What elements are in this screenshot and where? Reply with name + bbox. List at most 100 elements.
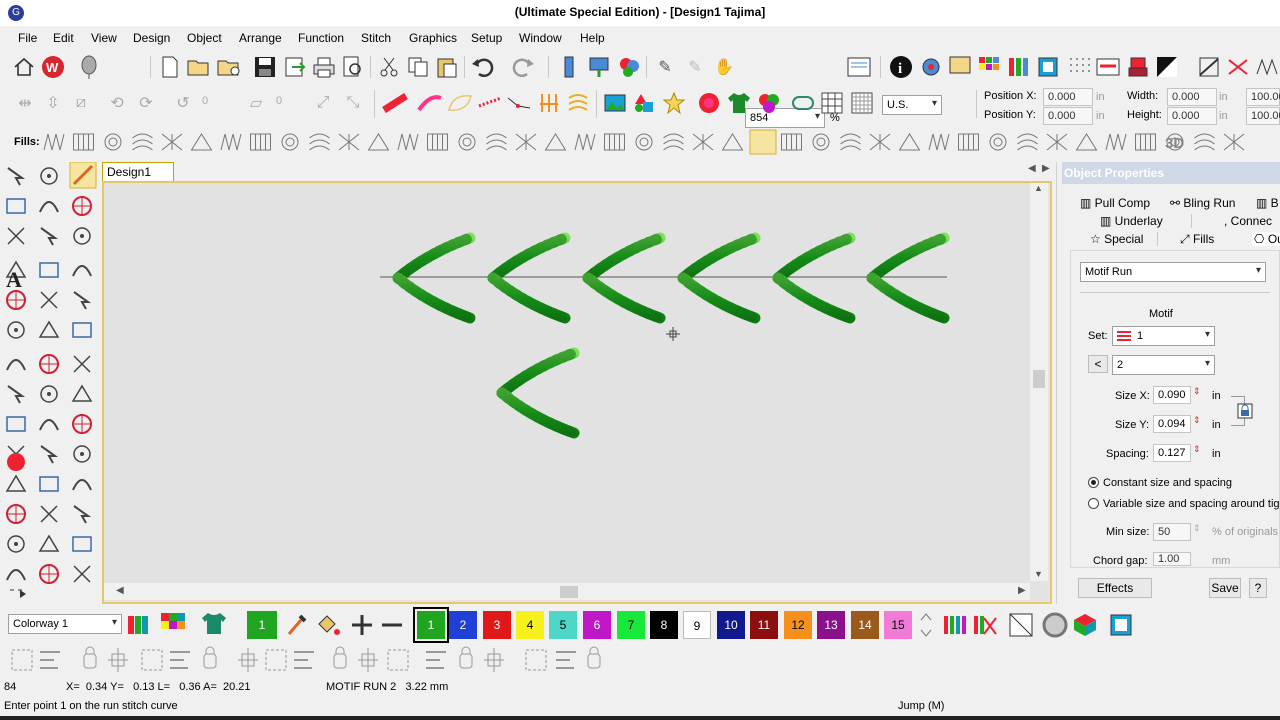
vertical-scroll-thumb[interactable] bbox=[1033, 370, 1045, 388]
thread-chart-icon[interactable] bbox=[1005, 54, 1031, 80]
constant-size-radio[interactable] bbox=[1088, 477, 1099, 488]
color-grid-palette-icon[interactable] bbox=[160, 612, 186, 636]
colorway-select[interactable]: Colorway 1 bbox=[8, 614, 122, 634]
scale-x-field[interactable]: 100.00 bbox=[1246, 88, 1280, 106]
color-swatch-14[interactable]: 14 bbox=[851, 611, 879, 639]
chord-gap-field[interactable]: 1.00 bbox=[1153, 552, 1191, 566]
eyedropper-icon[interactable] bbox=[285, 612, 309, 638]
open-folder-icon[interactable] bbox=[186, 54, 212, 80]
motif-prev-button[interactable]: < bbox=[1088, 355, 1108, 373]
color-swatch-3[interactable]: 3 bbox=[483, 611, 511, 639]
candlewick-icon[interactable] bbox=[536, 90, 562, 116]
motif-pattern-select[interactable]: 2 bbox=[1112, 355, 1215, 375]
size-y-spinner-icon[interactable]: ⇕ bbox=[1193, 415, 1201, 426]
outline-type-select[interactable]: Motif Run bbox=[1080, 262, 1266, 282]
color-swatch-5[interactable]: 5 bbox=[549, 611, 577, 639]
menu-design[interactable]: Design bbox=[133, 31, 170, 45]
menu-arrange[interactable]: Arrange bbox=[239, 31, 282, 45]
color-swatch-1[interactable]: 1 bbox=[413, 607, 449, 643]
print-preview-icon[interactable] bbox=[340, 54, 366, 80]
color-blend-icon[interactable] bbox=[616, 54, 642, 80]
backstitch-icon[interactable] bbox=[506, 90, 532, 116]
menu-window[interactable]: Window bbox=[519, 31, 562, 45]
run-stitch-icon[interactable] bbox=[477, 90, 503, 116]
menu-edit[interactable]: Edit bbox=[53, 31, 74, 45]
background-color-icon[interactable] bbox=[1042, 612, 1068, 638]
scale-y-field[interactable]: 100.00 bbox=[1246, 107, 1280, 125]
grid-icon[interactable] bbox=[819, 90, 845, 116]
motif-chevron-7[interactable] bbox=[496, 347, 580, 439]
color-swatch-2[interactable]: 2 bbox=[449, 611, 477, 639]
satin-fill-icon[interactable] bbox=[382, 90, 408, 116]
motif-chevron-2[interactable] bbox=[487, 232, 571, 324]
overview-icon[interactable] bbox=[947, 54, 973, 80]
delete-stitch-icon[interactable] bbox=[1225, 54, 1251, 80]
effects-button[interactable]: Effects bbox=[1078, 578, 1152, 598]
help-button[interactable]: ? bbox=[1249, 578, 1267, 598]
tab-underlay[interactable]: ▥ Underlay bbox=[1100, 214, 1163, 228]
rotate-angle-value[interactable]: 0 bbox=[202, 95, 208, 107]
scroll-down-icon[interactable]: ▼ bbox=[1034, 569, 1043, 579]
add-color-icon[interactable] bbox=[350, 612, 374, 638]
spacing-field[interactable]: 0.127 bbox=[1153, 444, 1191, 462]
color-swatch-12[interactable]: 12 bbox=[784, 611, 812, 639]
motif-fill-icon[interactable] bbox=[565, 90, 591, 116]
color-swatch-10[interactable]: 10 bbox=[717, 611, 745, 639]
arrange-tool-icons[interactable] bbox=[8, 646, 648, 676]
hoop-palette-icon[interactable] bbox=[1108, 612, 1134, 638]
machine-icon[interactable] bbox=[1125, 54, 1151, 80]
info-icon[interactable]: i bbox=[888, 54, 914, 80]
send-to-machine-icon[interactable] bbox=[586, 54, 612, 80]
scroll-left-icon[interactable]: ◀ bbox=[116, 585, 124, 596]
color-swatch-4[interactable]: 4 bbox=[516, 611, 544, 639]
motif-chevron-5[interactable] bbox=[772, 232, 856, 324]
units-select[interactable]: U.S. bbox=[882, 95, 942, 115]
grid-dots-icon[interactable] bbox=[1066, 54, 1092, 80]
remove-color-icon[interactable] bbox=[380, 612, 404, 638]
horizontal-scroll-thumb[interactable] bbox=[560, 586, 578, 598]
digitizing-tool-icons[interactable]: A bbox=[0, 162, 102, 604]
black-white-icon[interactable] bbox=[1154, 54, 1180, 80]
height-field[interactable]: 0.000 bbox=[1167, 107, 1217, 125]
tab-connectors[interactable]: , Connec bbox=[1224, 214, 1272, 228]
redo-icon[interactable] bbox=[510, 54, 536, 80]
min-size-spinner-icon[interactable]: ⇕ bbox=[1193, 523, 1201, 534]
home-icon[interactable] bbox=[11, 54, 37, 80]
menu-help[interactable]: Help bbox=[580, 31, 605, 45]
color-cube-icon[interactable] bbox=[1072, 612, 1098, 638]
applique-icon[interactable] bbox=[696, 90, 722, 116]
color-swatch-9[interactable]: 9 bbox=[683, 611, 711, 639]
sequin-icon[interactable] bbox=[790, 90, 816, 116]
variable-size-radio[interactable] bbox=[1088, 498, 1099, 509]
tab-scroll-right-icon[interactable]: ▶ bbox=[1042, 163, 1050, 174]
menu-stitch[interactable]: Stitch bbox=[361, 31, 391, 45]
size-x-field[interactable]: 0.090 bbox=[1153, 386, 1191, 404]
menu-object[interactable]: Object bbox=[187, 31, 222, 45]
shapes-icon[interactable] bbox=[631, 90, 657, 116]
color-swatch-11[interactable]: 11 bbox=[750, 611, 778, 639]
size-x-spinner-icon[interactable]: ⇕ bbox=[1193, 386, 1201, 397]
settings-gear-icon[interactable] bbox=[918, 54, 944, 80]
position-x-field[interactable]: 0.000 bbox=[1043, 88, 1093, 106]
menu-graphics[interactable]: Graphics bbox=[409, 31, 457, 45]
palette-scroll-icon[interactable] bbox=[920, 612, 932, 638]
remove-colors-icon[interactable] bbox=[972, 612, 998, 638]
menu-file[interactable]: File bbox=[18, 31, 37, 45]
tab-pull-comp[interactable]: ▥ Pull Comp bbox=[1080, 196, 1150, 210]
horizontal-scrollbar[interactable]: ◀ ▶ bbox=[104, 583, 1030, 600]
stitch-jump-icon[interactable]: ✎ bbox=[652, 54, 678, 80]
export-icon[interactable] bbox=[282, 54, 308, 80]
tab-special[interactable]: ☆ Special bbox=[1090, 232, 1143, 246]
tshirt-icon[interactable] bbox=[726, 90, 752, 116]
color-swatch-13[interactable]: 13 bbox=[817, 611, 845, 639]
tab-bling-run[interactable]: ⚯ Bling Run bbox=[1170, 196, 1235, 210]
menu-setup[interactable]: Setup bbox=[471, 31, 502, 45]
wilcom-logo-icon[interactable]: W bbox=[40, 54, 66, 80]
color-wheel-icon[interactable] bbox=[756, 90, 782, 116]
menu-function[interactable]: Function bbox=[298, 31, 344, 45]
paste-icon[interactable] bbox=[434, 54, 460, 80]
grid-fine-icon[interactable] bbox=[849, 90, 875, 116]
hoop-icon[interactable] bbox=[1035, 54, 1061, 80]
color-swatch-6[interactable]: 6 bbox=[583, 611, 611, 639]
scroll-up-icon[interactable]: ▲ bbox=[1034, 183, 1043, 193]
